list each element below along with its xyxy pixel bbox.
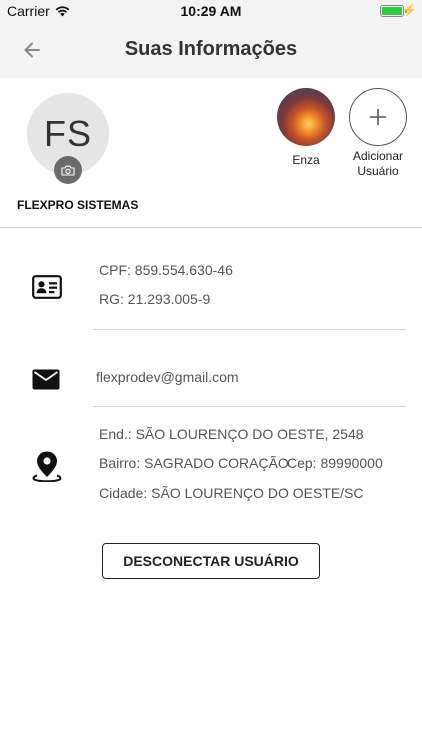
location-pin-icon — [32, 450, 62, 482]
camera-icon — [61, 165, 75, 176]
address-city: Cidade: SÃO LOURENÇO DO OESTE/SC — [99, 485, 364, 501]
user-avatar-photo — [277, 88, 335, 146]
charging-icon: ⚡ — [402, 3, 417, 17]
nav-bar: Suas Informações — [0, 22, 422, 78]
add-user-label: Adicionar Usuário — [346, 149, 410, 179]
add-user-label-line2: Usuário — [357, 164, 399, 178]
page-title: Suas Informações — [124, 38, 298, 60]
section-divider — [0, 227, 422, 228]
address-street: End.: SÃO LOURENÇO DO OESTE, 2548 — [99, 426, 364, 442]
add-user-button[interactable]: Adicionar Usuário — [346, 88, 410, 179]
email-divider — [93, 406, 406, 407]
avatar-initials: FS — [43, 113, 92, 154]
user-label: Enza — [292, 153, 320, 167]
rg-text: RG: 21.293.005-9 — [99, 291, 211, 307]
cpf-text: CPF: 859.554.630-46 — [99, 262, 233, 278]
add-user-label-line1: Adicionar — [352, 149, 404, 163]
user-switch-enza[interactable]: Enza — [277, 88, 335, 167]
status-bar: Carrier 10:29 AM ⚡ — [0, 0, 422, 22]
battery-icon — [380, 5, 404, 17]
documents-divider — [93, 329, 406, 330]
status-time: 10:29 AM — [180, 3, 242, 19]
email-text: flexprodev@gmail.com — [96, 369, 239, 385]
battery-fill — [382, 7, 402, 15]
profile-name: FLEXPRO SISTEMAS — [17, 198, 139, 212]
logout-button[interactable]: DESCONECTAR USUÁRIO — [102, 543, 320, 579]
plus-icon — [369, 108, 387, 126]
address-district: Bairro: SAGRADO CORAÇÃO — [99, 455, 289, 471]
envelope-icon — [31, 367, 61, 391]
id-card-icon — [31, 274, 63, 300]
address-cep: Cep: 89990000 — [287, 455, 383, 471]
change-photo-button[interactable] — [54, 156, 82, 184]
add-user-circle — [349, 88, 407, 146]
